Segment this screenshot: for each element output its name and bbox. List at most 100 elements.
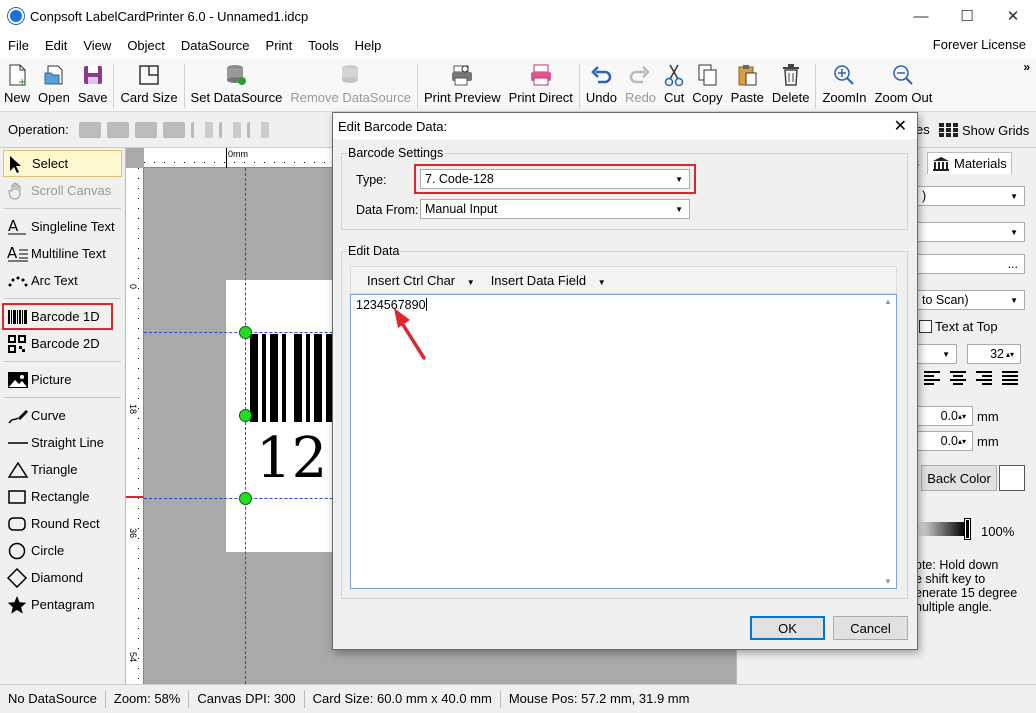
show-grids-toggle[interactable]: Show Grids <box>938 122 1029 138</box>
bring-forward-icon[interactable] <box>78 121 101 138</box>
align-center-icon[interactable] <box>218 121 241 138</box>
tool-scroll-canvas[interactable]: Scroll Canvas <box>0 177 125 204</box>
cut-button[interactable]: Cut <box>660 58 688 105</box>
barcode-data-textarea[interactable]: 1234567890 ▲ ▼ <box>350 294 897 589</box>
print-preview-icon <box>452 65 473 86</box>
align-right-icon[interactable] <box>246 121 269 138</box>
align-justify-icon[interactable] <box>1001 370 1019 386</box>
y-offset-spinner[interactable]: 0.0 ▴▾ <box>917 431 973 451</box>
font-combo[interactable]: ▼ <box>917 344 957 364</box>
font-size-spinner[interactable]: 32 ▴▾ <box>967 344 1021 364</box>
tool-curve[interactable]: Curve <box>0 402 125 429</box>
selection-handle-bottom-left[interactable] <box>239 492 252 505</box>
cancel-button[interactable]: Cancel <box>833 616 908 640</box>
trash-icon <box>782 64 799 86</box>
tool-singleline-text[interactable]: A Singleline Text <box>0 213 125 240</box>
undo-button[interactable]: Undo <box>582 58 621 105</box>
remove-datasource-button[interactable]: Remove DataSource <box>286 58 415 105</box>
ok-button[interactable]: OK <box>750 616 825 640</box>
close-window-button[interactable]: ✕ <box>990 0 1036 32</box>
back-color-swatch[interactable] <box>999 465 1025 491</box>
menu-help[interactable]: Help <box>347 38 390 53</box>
text-at-top-checkbox[interactable] <box>919 320 932 333</box>
maximize-button[interactable]: ☐ <box>944 0 990 32</box>
selection-handle-middle-left[interactable] <box>239 409 252 422</box>
align-center-icon[interactable] <box>949 370 967 386</box>
tool-triangle[interactable]: Triangle <box>0 456 125 483</box>
zoom-in-button[interactable]: ZoomIn <box>818 58 870 105</box>
send-to-back-icon[interactable] <box>162 121 185 138</box>
dialog-close-button[interactable]: ✕ <box>894 116 907 136</box>
tool-round-rect[interactable]: Round Rect <box>0 510 125 537</box>
send-backward-icon[interactable] <box>134 121 157 138</box>
y-unit-label: mm <box>977 434 999 449</box>
align-right-icon[interactable] <box>975 370 993 386</box>
menu-print[interactable]: Print <box>258 38 301 53</box>
menu-object[interactable]: Object <box>119 38 173 53</box>
zoom-out-button[interactable]: Zoom Out <box>871 58 937 105</box>
menu-view[interactable]: View <box>75 38 119 53</box>
save-button[interactable]: Save <box>74 58 112 105</box>
browse-field[interactable]: ... <box>917 254 1025 274</box>
print-preview-button[interactable]: Print Preview <box>420 58 505 105</box>
scroll-up-icon[interactable]: ▲ <box>884 297 892 306</box>
tool-multiline-text[interactable]: A Multiline Text <box>0 240 125 267</box>
insert-ctrl-char-button[interactable]: Insert Ctrl Char ▼ <box>359 273 475 288</box>
paste-button[interactable]: Paste <box>727 58 768 105</box>
new-file-icon: + <box>9 64 26 87</box>
data-from-combo[interactable]: Manual Input ▼ <box>420 199 690 219</box>
menu-datasource[interactable]: DataSource <box>173 38 258 53</box>
textarea-scrollbar[interactable]: ▲ ▼ <box>880 295 896 588</box>
bring-to-front-icon[interactable] <box>106 121 129 138</box>
grid-icon <box>939 123 958 137</box>
open-file-icon <box>44 65 63 85</box>
scissors-icon <box>664 64 684 87</box>
menu-tools[interactable]: Tools <box>300 38 346 53</box>
round-rect-icon <box>8 516 26 531</box>
align-left-icon[interactable] <box>190 121 213 138</box>
open-button[interactable]: Open <box>34 58 74 105</box>
toolbar-overflow-button[interactable]: » <box>1023 60 1030 74</box>
print-direct-button[interactable]: Print Direct <box>505 58 577 105</box>
opacity-slider-thumb[interactable] <box>964 518 971 540</box>
tool-circle[interactable]: Circle <box>0 537 125 564</box>
circle-icon <box>8 542 26 559</box>
tool-arc-text[interactable]: Arc Text <box>0 267 125 294</box>
minimize-button[interactable]: — <box>898 0 944 32</box>
selection-handle-top-left[interactable] <box>239 326 252 339</box>
type-label: Type: <box>356 173 387 187</box>
insert-data-field-button[interactable]: Insert Data Field ▼ <box>483 273 606 288</box>
tool-diamond[interactable]: Diamond <box>0 564 125 591</box>
copy-button[interactable]: Copy <box>688 58 726 105</box>
back-color-button[interactable]: Back Color <box>921 465 997 491</box>
lines-toggle-label[interactable]: es <box>916 122 930 137</box>
paste-icon <box>738 65 757 86</box>
operation-label: Operation: <box>8 122 69 137</box>
menu-edit[interactable]: Edit <box>37 38 75 53</box>
barcode-icon <box>8 309 27 324</box>
tool-barcode-1d[interactable]: Barcode 1D <box>2 303 113 330</box>
symbology-combo[interactable]: ) ▼ <box>917 186 1025 206</box>
tool-pentagram[interactable]: Pentagram <box>0 591 125 618</box>
menu-file[interactable]: File <box>0 38 37 53</box>
tab-materials[interactable]: Materials <box>927 152 1012 174</box>
x-offset-spinner[interactable]: 0.0 ▴▾ <box>917 406 973 426</box>
opacity-slider[interactable] <box>917 522 965 536</box>
ruler-left-label-0: 0 <box>128 284 138 290</box>
tool-straight-line[interactable]: Straight Line <box>0 429 125 456</box>
redo-button[interactable]: Redo <box>621 58 660 105</box>
card-size-button[interactable]: Card Size <box>116 58 181 105</box>
scroll-down-icon[interactable]: ▼ <box>884 577 892 586</box>
delete-button[interactable]: Delete <box>768 58 814 105</box>
scan-mode-combo[interactable]: to Scan) ▼ <box>917 290 1025 310</box>
set-datasource-button[interactable]: Set DataSource <box>187 58 287 105</box>
tool-rectangle[interactable]: Rectangle <box>0 483 125 510</box>
tool-select[interactable]: Select <box>3 150 122 177</box>
tool-barcode-2d[interactable]: Barcode 2D <box>0 330 125 357</box>
app-icon <box>8 8 24 24</box>
tool-picture[interactable]: Picture <box>0 366 125 393</box>
new-button[interactable]: + New <box>0 58 34 105</box>
align-left-icon[interactable] <box>923 370 941 386</box>
status-bar: No DataSource Zoom: 58% Canvas DPI: 300 … <box>0 684 1036 713</box>
property-combo-2[interactable]: ▼ <box>917 222 1025 242</box>
